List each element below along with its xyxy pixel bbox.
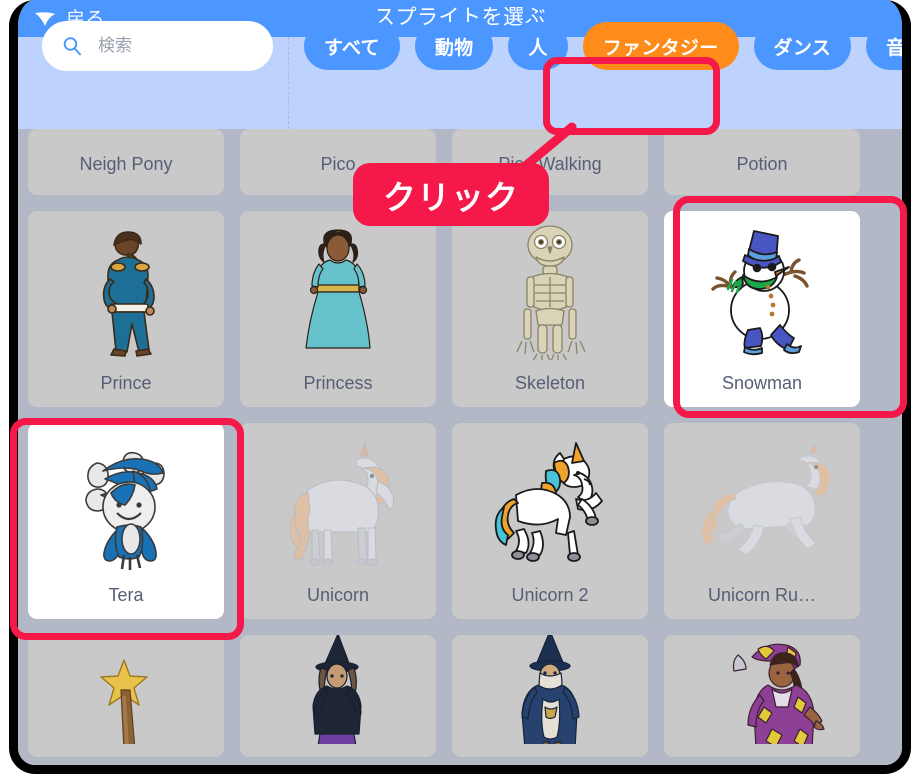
sprite-card-unicorn[interactable]: Unicorn <box>240 423 436 619</box>
snowman-icon <box>664 211 860 373</box>
sprite-card-wizard[interactable] <box>452 635 648 757</box>
sprite-row <box>28 635 892 757</box>
category-music[interactable]: 音楽 <box>866 22 902 70</box>
wizard-girl-icon <box>664 635 860 744</box>
search-input[interactable] <box>98 36 248 56</box>
sprite-row: Prince Princess Skeleton Snowman <box>28 211 892 407</box>
sprite-label: Prince <box>100 373 152 393</box>
search-box[interactable] <box>42 21 273 71</box>
search-icon <box>63 37 81 56</box>
sprite-card-snowman[interactable]: Snowman <box>664 211 860 407</box>
category-animals[interactable]: 動物 <box>414 22 494 70</box>
screenshot-root: スプライトを選ぶ 戻る すべて <box>0 0 920 774</box>
sprite-card-unicorn-running[interactable]: Unicorn Ru… <box>664 423 860 619</box>
category-dance[interactable]: ダンス <box>753 22 852 70</box>
tera-icon <box>28 423 224 585</box>
sprite-label: Skeleton <box>514 373 586 393</box>
category-all[interactable]: すべて <box>304 22 400 70</box>
sprite-card-wizard-girl[interactable] <box>664 635 860 757</box>
sprite-row: Tera Unicorn Unicorn 2 Unicorn Ru… <box>28 423 892 619</box>
unicorn-icon <box>240 423 436 585</box>
unicorn-running-icon <box>664 423 860 585</box>
sprite-label: Snowman <box>721 373 803 393</box>
sprite-label: Unicorn Ru… <box>707 585 817 605</box>
app-window-frame: スプライトを選ぶ 戻る すべて <box>9 0 911 774</box>
sprite-card-neigh-pony[interactable]: Neigh Pony <box>28 129 224 195</box>
sprite-label: Tera <box>108 585 144 605</box>
category-fantasy[interactable]: ファンタジー <box>582 22 739 70</box>
sprite-label: Neigh Pony <box>79 154 173 174</box>
princess-icon <box>240 211 436 373</box>
category-people[interactable]: 人 <box>508 22 568 70</box>
sprite-card-prince[interactable]: Prince <box>28 211 224 407</box>
sprite-label: Potion <box>736 154 788 174</box>
witch-icon <box>240 635 436 744</box>
skeleton-icon <box>452 211 648 373</box>
sprite-card-skeleton[interactable]: Skeleton <box>452 211 648 407</box>
sprite-card-potion[interactable]: Potion <box>664 129 860 195</box>
filter-divider <box>288 37 289 129</box>
sprite-card-wand[interactable] <box>28 635 224 757</box>
sprite-label: Pico <box>320 154 356 174</box>
sprite-label: Unicorn 2 <box>511 585 589 605</box>
sprite-label: Unicorn <box>306 585 370 605</box>
sprite-card-tera[interactable]: Tera <box>28 423 224 619</box>
wizard-icon <box>452 635 648 744</box>
sprite-label: Princess <box>303 373 373 393</box>
category-filter-list: すべて 動物 人 ファンタジー ダンス 音楽 <box>304 21 902 71</box>
sprite-library-modal: スプライトを選ぶ 戻る すべて <box>18 0 902 765</box>
sprite-card-princess[interactable]: Princess <box>240 211 436 407</box>
callout-bubble: クリック <box>353 163 549 226</box>
wand-icon <box>28 635 224 744</box>
callout-bubble-label: クリック <box>383 178 519 216</box>
prince-icon <box>28 211 224 373</box>
sprite-card-witch[interactable] <box>240 635 436 757</box>
unicorn-2-icon <box>452 423 648 585</box>
sprite-card-unicorn-2[interactable]: Unicorn 2 <box>452 423 648 619</box>
